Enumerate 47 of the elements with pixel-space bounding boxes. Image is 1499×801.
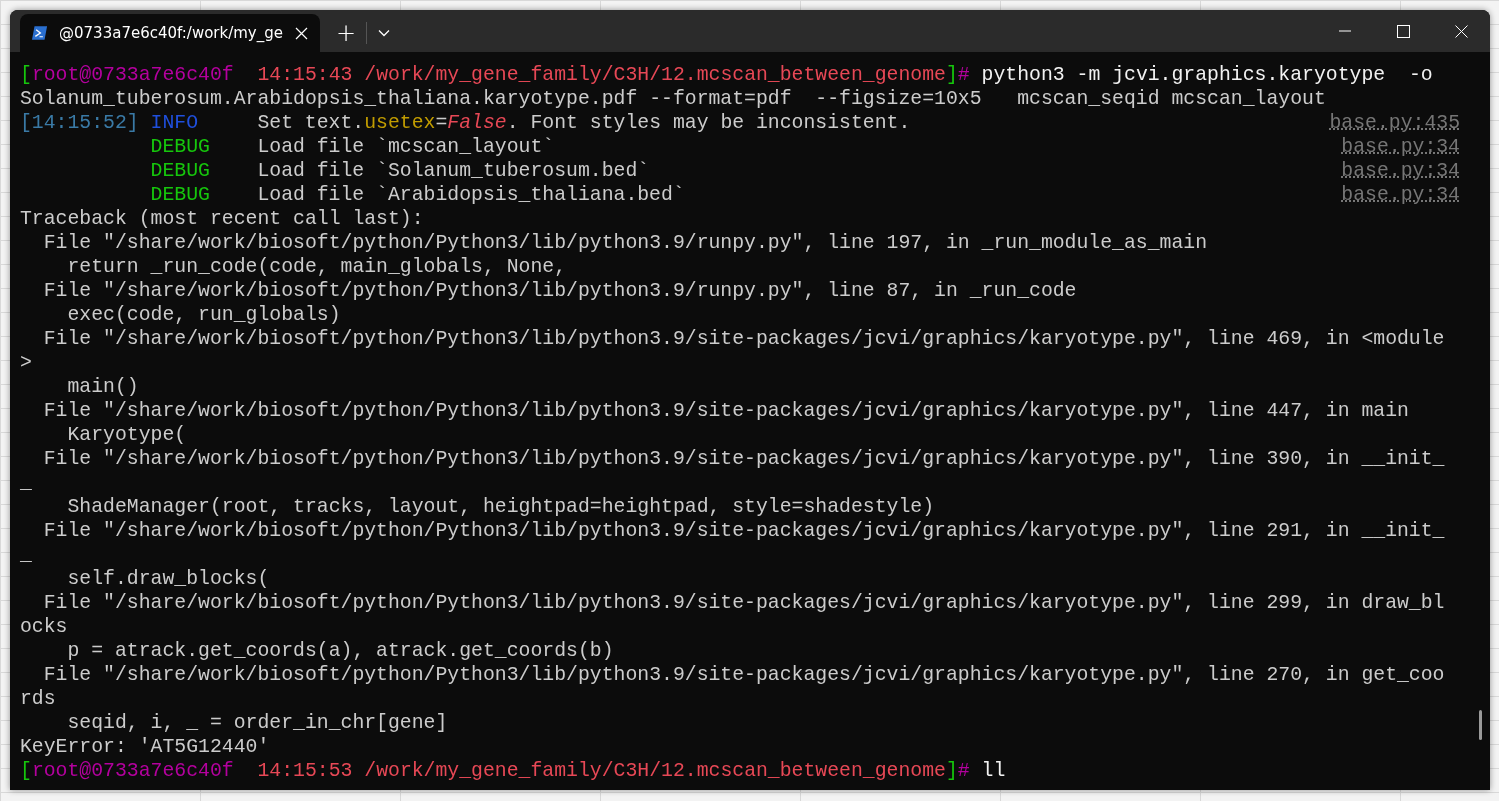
output-line: seqid, i, _ = order_in_chr[gene] xyxy=(66,711,448,735)
close-icon[interactable] xyxy=(295,26,308,40)
output-line: > xyxy=(20,351,32,375)
prompt-line: [root@0733a7e6c40f 14:15:53 /work/my_gene_family/C3H/12.mcscan_between_genome]# ll xyxy=(20,759,1006,783)
output-line: _ xyxy=(20,471,32,495)
output-line: File "/share/work/biosoft/python/Python3/lib/python3.9/site-packages/jcvi/graphics/karyotype.py", line 390, in __init_ xyxy=(42,447,1445,471)
log-message: Load file `mcscan_layout` xyxy=(257,136,555,158)
output-line: rds xyxy=(20,687,56,711)
output-line: Solanum_tuberosum.Arabidopsis_thaliana.karyotype.pdf --format=pdf --figsize=10x5 mcscan_seqid mcscan_layout xyxy=(20,87,1326,111)
output-line: Traceback (most recent call last): xyxy=(20,207,424,231)
output-line: Karyotype( xyxy=(66,423,187,447)
maximize-icon[interactable] xyxy=(1396,24,1410,38)
output-line: File "/share/work/biosoft/python/Python3/lib/python3.9/site-packages/jcvi/graphics/karyotype.py", line 291, in __init_ xyxy=(42,519,1445,543)
output-line: File "/share/work/biosoft/python/Python3/lib/python3.9/site-packages/jcvi/graphics/karyotype.py", line 447, in main xyxy=(42,399,1409,423)
output-line: File "/share/work/biosoft/python/Python3/lib/python3.9/runpy.py", line 87, in _run_code xyxy=(42,279,1077,303)
scrollbar-thumb[interactable] xyxy=(1479,710,1482,740)
output-line: self.draw_blocks( xyxy=(66,567,270,591)
output-line: main() xyxy=(66,375,139,399)
log-source: base.py:34 xyxy=(1341,159,1460,183)
output-line: p = atrack.get_coords(a), atrack.get_coords(b) xyxy=(66,639,614,663)
output-line: ShadeManager(root, tracks, layout, heightpad=heightpad, style=shadestyle) xyxy=(66,495,935,519)
terminal-tab[interactable]: @0733a7e6c40f:/work/my_ge xyxy=(20,14,320,52)
output-line: File "/share/work/biosoft/python/Python3/lib/python3.9/site-packages/jcvi/graphics/karyotype.py", line 469, in <module xyxy=(42,327,1445,351)
prompt-line: [root@0733a7e6c40f 14:15:43 /work/my_gene_family/C3H/12.mcscan_between_genome]# python3 -m jcvi.graphics.karyotype -o xyxy=(20,63,1433,87)
log-message: Set text.usetex=False. Font styles may be inconsistent. xyxy=(257,112,911,134)
powershell-icon xyxy=(32,25,48,41)
log-level: INFO xyxy=(150,111,200,135)
output-line: exec(code, run_globals) xyxy=(66,303,341,327)
log-level: DEBUG xyxy=(150,135,211,159)
output-line: File "/share/work/biosoft/python/Python3/lib/python3.9/site-packages/jcvi/graphics/karyotype.py", line 270, in get_coo xyxy=(42,663,1445,687)
new-tab-button[interactable]: + xyxy=(326,14,366,52)
close-icon[interactable] xyxy=(1454,24,1468,38)
output-line: return _run_code(code, main_globals, None, xyxy=(66,255,567,279)
log-source: base.py:34 xyxy=(1341,183,1460,207)
output-line: File "/share/work/biosoft/python/Python3/lib/python3.9/runpy.py", line 197, in _run_module_as_main xyxy=(42,231,1208,255)
log-source: base.py:34 xyxy=(1341,135,1460,159)
output-line: _ xyxy=(20,543,32,567)
log-level: DEBUG xyxy=(150,159,211,183)
log-time: [14:15:52] xyxy=(20,111,140,135)
output-line: ocks xyxy=(20,615,68,639)
log-message: Load file `Solanum_tuberosum.bed` xyxy=(257,160,650,182)
output-line: KeyError: 'AT5G12440' xyxy=(20,735,270,759)
output-line: File "/share/work/biosoft/python/Python3/lib/python3.9/site-packages/jcvi/graphics/karyotype.py", line 299, in draw_bl xyxy=(42,591,1445,615)
log-source: base.py:435 xyxy=(1329,111,1460,135)
tab-title: @0733a7e6c40f:/work/my_ge xyxy=(59,24,283,42)
log-level: DEBUG xyxy=(150,183,211,207)
log-message: Load file `Arabidopsis_thaliana.bed` xyxy=(257,184,685,206)
